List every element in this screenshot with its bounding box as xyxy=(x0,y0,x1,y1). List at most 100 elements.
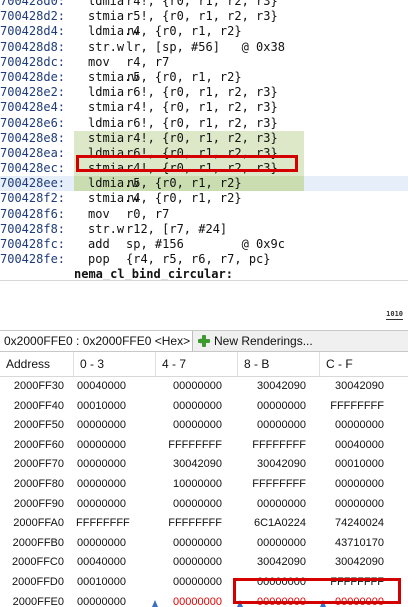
memory-row[interactable]: 2000FF70 00000000 30042090 30042090 00010000 xyxy=(0,455,408,475)
memory-cell[interactable]: 00000000 xyxy=(76,455,126,475)
memory-cell[interactable]: 30042090 xyxy=(240,377,306,397)
memory-cell[interactable]: FFFFFFFF xyxy=(320,397,384,417)
memory-cell[interactable]: 00040000 xyxy=(76,553,126,573)
memory-row[interactable]: 2000FF60 00000000 FFFFFFFF FFFFFFFF 00040000 xyxy=(0,436,408,456)
memory-cell[interactable]: FFFFFFFF xyxy=(240,436,306,456)
disassembly-line[interactable]: 700428ee: ldmia.wr5, {r0, r1, r2} xyxy=(0,176,408,192)
memory-cell[interactable]: 00000000 xyxy=(320,495,384,515)
instruction-mnemonic: mov xyxy=(88,206,110,221)
memory-cell[interactable]: 30042090 xyxy=(160,455,222,475)
instruction-address: 700428ec: xyxy=(0,161,66,176)
memory-cell[interactable]: 00000000 xyxy=(76,475,126,495)
disassembly-line[interactable]: 700428f6: mov r0, r7 xyxy=(0,207,408,222)
memory-cell[interactable]: 30042090 xyxy=(240,553,306,573)
column-header-4-7[interactable]: 4 - 7 xyxy=(156,352,238,376)
instruction-address: 700428e8: xyxy=(0,130,66,145)
memory-row[interactable]: 2000FF30 00040000 00000000 30042090 30042090 xyxy=(0,377,408,397)
tab-memory-hex[interactable]: 0x2000FFE0 : 0x2000FFE0 <Hex> × xyxy=(0,331,206,351)
disassembly-line[interactable]: 700428f8: str.w r12, [r7, #24] xyxy=(0,222,408,237)
memory-address: 2000FF40 xyxy=(13,399,64,412)
memory-tab-bar: 0x2000FFE0 : 0x2000FFE0 <Hex> × New Rend… xyxy=(0,330,408,352)
memory-cell[interactable]: 00010000 xyxy=(76,397,126,417)
disassembly-line[interactable]: 700428f2: stmia.wr4, {r0, r1, r2} xyxy=(0,191,408,206)
memory-cell[interactable]: 30042090 xyxy=(320,553,384,573)
instruction-mnemonic: str.w xyxy=(88,39,125,54)
memory-cell[interactable]: 43710170 xyxy=(320,534,384,554)
memory-cell[interactable]: 00000000 xyxy=(76,495,126,515)
memory-cell[interactable]: 74240024 xyxy=(320,514,384,534)
disassembly-line[interactable]: 700428dc: mov r4, r7 xyxy=(0,55,408,70)
memory-address: 2000FFA0 xyxy=(13,517,64,530)
memory-row[interactable]: 2000FFB0 00000000 00000000 00000000 43710170 xyxy=(0,534,408,554)
instruction-operands: r4!, {r0, r1, r2, r3} xyxy=(126,0,278,8)
memory-row[interactable]: 2000FF90 00000000 00000000 00000000 00000000 xyxy=(0,495,408,515)
memory-cell[interactable]: 00000000 xyxy=(160,377,222,397)
memory-cell[interactable]: FFFFFFFF xyxy=(160,514,222,534)
disassembly-line[interactable]: 700428e2: ldmia r6!, {r0, r1, r2, r3} xyxy=(0,85,408,100)
memory-cell[interactable]: 00000000 xyxy=(160,495,222,515)
memory-cell[interactable]: 30042090 xyxy=(320,377,384,397)
disassembly-line[interactable]: 700428d8: str.w lr, [sp, #56] @ 0x38 xyxy=(0,40,408,55)
memory-rows: 2000FF30 00040000 00000000 30042090 30042090… xyxy=(0,377,408,607)
column-header-c-f[interactable]: C - F xyxy=(320,352,408,376)
disassembly-line[interactable]: 700428de: stmia.wr5, {r0, r1, r2} xyxy=(0,70,408,85)
column-header-8-b[interactable]: 8 - B xyxy=(238,352,320,376)
memory-cell[interactable]: 00000000 xyxy=(240,416,306,436)
memory-cell[interactable]: 00040000 xyxy=(76,377,126,397)
disassembly-line[interactable]: 700428fc: add sp, #156 @ 0x9c xyxy=(0,237,408,252)
memory-row[interactable]: 2000FFA0 FFFFFFFF FFFFFFFF 6C1A0224 74240024 xyxy=(0,514,408,534)
tab-new-renderings[interactable]: New Renderings... xyxy=(194,331,324,351)
memory-cell[interactable]: 00000000 xyxy=(76,593,126,607)
memory-cell[interactable]: FFFFFFFF xyxy=(240,475,306,495)
memory-row[interactable]: 2000FF50 00000000 00000000 00000000 00000000 xyxy=(0,416,408,436)
disassembly-line[interactable]: 700428e6: ldmia r6!, {r0, r1, r2, r3} xyxy=(0,116,408,131)
memory-cell[interactable]: 00000000 xyxy=(160,534,222,554)
memory-cell[interactable]: 00010000 xyxy=(76,573,126,593)
disassembly-line[interactable]: 700428fe: pop {r4, r5, r6, r7, pc} xyxy=(0,252,408,267)
column-header-address[interactable]: Address xyxy=(0,352,74,376)
memory-cell[interactable]: 30042090 xyxy=(240,455,306,475)
disassembly-view[interactable]: 700428d0: ldmia r4!, {r0, r1, r2, r3} 70042… xyxy=(0,0,408,280)
memory-cell[interactable]: FFFFFFFF xyxy=(76,514,130,534)
column-header-0-3[interactable]: 0 - 3 xyxy=(74,352,156,376)
memory-cell[interactable]: 00000000 xyxy=(160,553,222,573)
memory-cell[interactable]: 00000000 xyxy=(160,416,222,436)
memory-cell[interactable]: 00000000 xyxy=(240,495,306,515)
memory-row[interactable]: 2000FF40 00010000 00000000 00000000 FFFFFFFF xyxy=(0,397,408,417)
memory-row[interactable]: 2000FF80 00000000 10000000 FFFFFFFF 00000000 xyxy=(0,475,408,495)
memory-cell[interactable]: 00000000 xyxy=(76,534,126,554)
memory-row[interactable]: 2000FFC0 00040000 00000000 30042090 30042090 xyxy=(0,553,408,573)
binary-toggle-icon[interactable]: 1010 xyxy=(386,310,403,320)
disassembly-line[interactable]: 700428e4: stmia r4!, {r0, r1, r2, r3} xyxy=(0,100,408,115)
memory-cell[interactable]: 00040000 xyxy=(320,436,384,456)
instruction-address: 700428e6: xyxy=(0,115,66,130)
disassembly-line[interactable]: 700428e8: stmia r4!, {r0, r1, r2, r3} xyxy=(0,130,408,146)
instruction-operands: r0, r7 xyxy=(126,206,170,221)
tab-new-renderings-label: New Renderings... xyxy=(214,334,313,348)
disassembly-line[interactable]: 700428d2: stmia r5!, {r0, r1, r2, r3} xyxy=(0,9,408,24)
disassembly-line[interactable]: 700428d0: ldmia r4!, {r0, r1, r2, r3} xyxy=(0,0,408,9)
instruction-address: 700428de: xyxy=(0,69,66,84)
memory-cell[interactable]: 00010000 xyxy=(320,455,384,475)
instruction: add sp, #156 @ 0x9c xyxy=(74,237,304,252)
memory-cell[interactable]: 00000000 xyxy=(160,573,222,593)
memory-cell[interactable]: 00000000 xyxy=(320,475,384,495)
memory-cell[interactable]: 00000000 xyxy=(240,397,306,417)
instruction-operands: r4!, {r0, r1, r2, r3} xyxy=(126,130,278,145)
memory-cell[interactable]: 00000000 xyxy=(160,397,222,417)
memory-cell[interactable]: FFFFFFFF xyxy=(160,436,222,456)
memory-cell[interactable]: 00000000 xyxy=(240,534,306,554)
instruction-address: 700428f8: xyxy=(0,221,66,236)
memory-cell[interactable]: 6C1A0224 xyxy=(240,514,306,534)
memory-cell[interactable]: 00000000 xyxy=(320,416,384,436)
pane-splitter[interactable]: 1010 xyxy=(0,280,408,331)
memory-cell[interactable]: 00000000 xyxy=(76,416,126,436)
memory-cell[interactable]: 00000000 xyxy=(76,436,126,456)
disassembly-line[interactable]: 700428d4: ldmia.wr4, {r0, r1, r2} xyxy=(0,24,408,39)
memory-address: 2000FFC0 xyxy=(12,556,64,569)
memory-cell[interactable]: 10000000 xyxy=(160,475,222,495)
tab-memory-hex-label: 0x2000FFE0 : 0x2000FFE0 <Hex> xyxy=(4,334,191,348)
changed-marker-icon xyxy=(152,599,158,607)
memory-table[interactable]: Address 0 - 3 4 - 7 8 - B C - F 2000FF30… xyxy=(0,352,408,607)
memory-cell[interactable]: 00000000 xyxy=(160,593,222,607)
